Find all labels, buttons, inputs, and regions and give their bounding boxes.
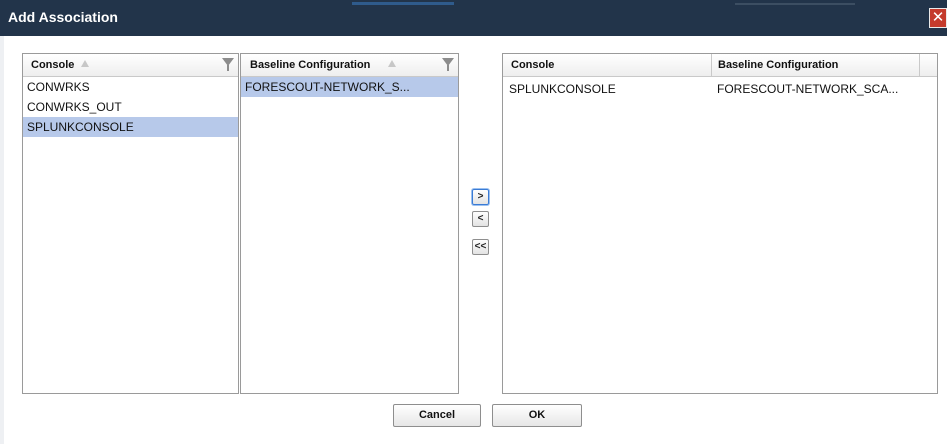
column-header-baseline[interactable]: Baseline Configuration <box>718 59 838 71</box>
column-header-console[interactable]: Console <box>511 59 554 71</box>
list-item-selected[interactable]: SPLUNKCONSOLE <box>23 117 238 137</box>
titlebar-decoration <box>352 2 454 5</box>
baseline-rows: FORESCOUT-NETWORK_S... <box>241 77 458 97</box>
column-divider[interactable] <box>919 54 920 76</box>
dialog-title: Add Association <box>8 9 118 25</box>
association-table-header: Console Baseline Configuration <box>503 54 937 77</box>
column-divider[interactable] <box>711 54 712 76</box>
baseline-header-label: Baseline Configuration <box>250 59 371 71</box>
titlebar-decoration <box>735 3 855 5</box>
add-association-button[interactable]: > <box>472 189 489 205</box>
sort-ascending-icon[interactable] <box>388 60 396 67</box>
remove-all-associations-button[interactable]: << <box>472 239 489 255</box>
close-icon[interactable]: ✕ <box>929 8 947 28</box>
ok-button[interactable]: OK <box>492 404 582 427</box>
dialog-titlebar: Add Association ✕ <box>0 0 947 36</box>
remove-association-button[interactable]: < <box>472 211 489 227</box>
list-item-selected[interactable]: FORESCOUT-NETWORK_S... <box>241 77 458 97</box>
list-item[interactable]: CONWRKS_OUT <box>23 97 238 117</box>
console-rows: CONWRKS CONWRKS_OUT SPLUNKCONSOLE <box>23 77 238 137</box>
baseline-column-header[interactable]: Baseline Configuration <box>241 54 458 77</box>
table-row[interactable]: SPLUNKCONSOLE FORESCOUT-NETWORK_SCA... <box>503 77 937 99</box>
filter-icon[interactable] <box>442 58 454 72</box>
baseline-list-panel[interactable]: Baseline Configuration FORESCOUT-NETWORK… <box>240 53 459 394</box>
console-column-header[interactable]: Console <box>23 54 238 77</box>
list-item[interactable]: CONWRKS <box>23 77 238 97</box>
table-cell: SPLUNKCONSOLE <box>509 82 616 96</box>
cancel-button[interactable]: Cancel <box>393 404 481 427</box>
window-edge <box>0 36 4 444</box>
sort-ascending-icon[interactable] <box>81 60 89 67</box>
table-cell: FORESCOUT-NETWORK_SCA... <box>717 82 899 96</box>
console-list-panel[interactable]: Console CONWRKS CONWRKS_OUT SPLUNKCONSOL… <box>22 53 239 394</box>
console-header-label: Console <box>31 59 75 71</box>
association-table-panel[interactable]: Console Baseline Configuration SPLUNKCON… <box>502 53 938 394</box>
filter-icon[interactable] <box>222 58 234 72</box>
